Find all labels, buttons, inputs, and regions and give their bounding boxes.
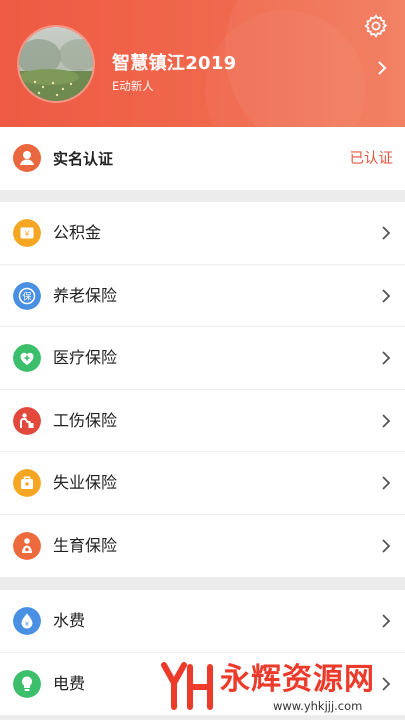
chevron-right-icon (382, 288, 391, 303)
user-name: 智慧镇江2019 (112, 53, 237, 74)
list-item-housing-fund[interactable]: ¥ 公积金 (0, 202, 405, 265)
svg-text:¥: ¥ (24, 230, 29, 239)
list-item-label: 生育保险 (53, 535, 118, 555)
chevron-right-icon (382, 538, 391, 553)
list-item-maternity-insurance[interactable]: 生育保险 (0, 515, 405, 578)
auth-label: 实名认证 (53, 150, 114, 168)
list-item-water-bill[interactable]: ¥ 水费 (0, 590, 405, 653)
list-item-label: 公积金 (53, 223, 102, 242)
id-verified-icon (13, 144, 41, 172)
watermark-brand: 永辉资源网 (220, 662, 375, 697)
chevron-right-icon (382, 351, 391, 365)
watermark-url: www.yhkjjj.com (273, 699, 363, 713)
unemployment-insurance-icon (13, 469, 41, 497)
profile-header[interactable]: 智慧镇江2019 E动新人 (0, 0, 405, 127)
list-item-label: 工伤保险 (53, 410, 118, 430)
list-item-medical-insurance[interactable]: 医疗保险 (0, 327, 405, 390)
list-item-label: 水费 (53, 611, 86, 630)
list-item-label: 养老保险 (53, 285, 118, 305)
list-item-label: 医疗保险 (53, 348, 118, 367)
water-drop-icon: ¥ (13, 607, 41, 635)
list-item-label: 电费 (53, 673, 86, 693)
lightbulb-icon (13, 669, 41, 698)
maternity-insurance-icon (13, 531, 41, 560)
auth-status: 已认证 (349, 151, 394, 167)
chevron-right-icon (382, 476, 391, 490)
user-level-tag: E动新人 (112, 79, 154, 93)
chevron-right-icon[interactable] (375, 58, 389, 78)
svg-text:¥: ¥ (25, 620, 29, 628)
watermark-logo-icon (161, 662, 213, 710)
watermark: 永辉资源网 www.yhkjjj.com (158, 655, 405, 720)
svg-text:保: 保 (22, 290, 31, 302)
avatar[interactable] (17, 25, 95, 103)
gear-icon[interactable] (363, 13, 389, 39)
housing-fund-icon: ¥ (13, 219, 41, 247)
chevron-right-icon (382, 413, 391, 428)
services-list: ¥ 公积金 保 养老保险 医疗保险 工伤保险 失业保险 生育保险 (0, 202, 405, 577)
list-item-injury-insurance[interactable]: 工伤保险 (0, 390, 405, 452)
injury-insurance-icon (13, 406, 41, 435)
list-item-unemployment-insurance[interactable]: 失业保险 (0, 452, 405, 515)
list-item-pension-insurance[interactable]: 保 养老保险 (0, 265, 405, 327)
medical-insurance-icon (13, 344, 41, 372)
chevron-right-icon (382, 614, 391, 628)
pension-insurance-icon: 保 (13, 281, 41, 310)
list-item-label: 失业保险 (53, 473, 118, 492)
chevron-right-icon (382, 226, 391, 240)
